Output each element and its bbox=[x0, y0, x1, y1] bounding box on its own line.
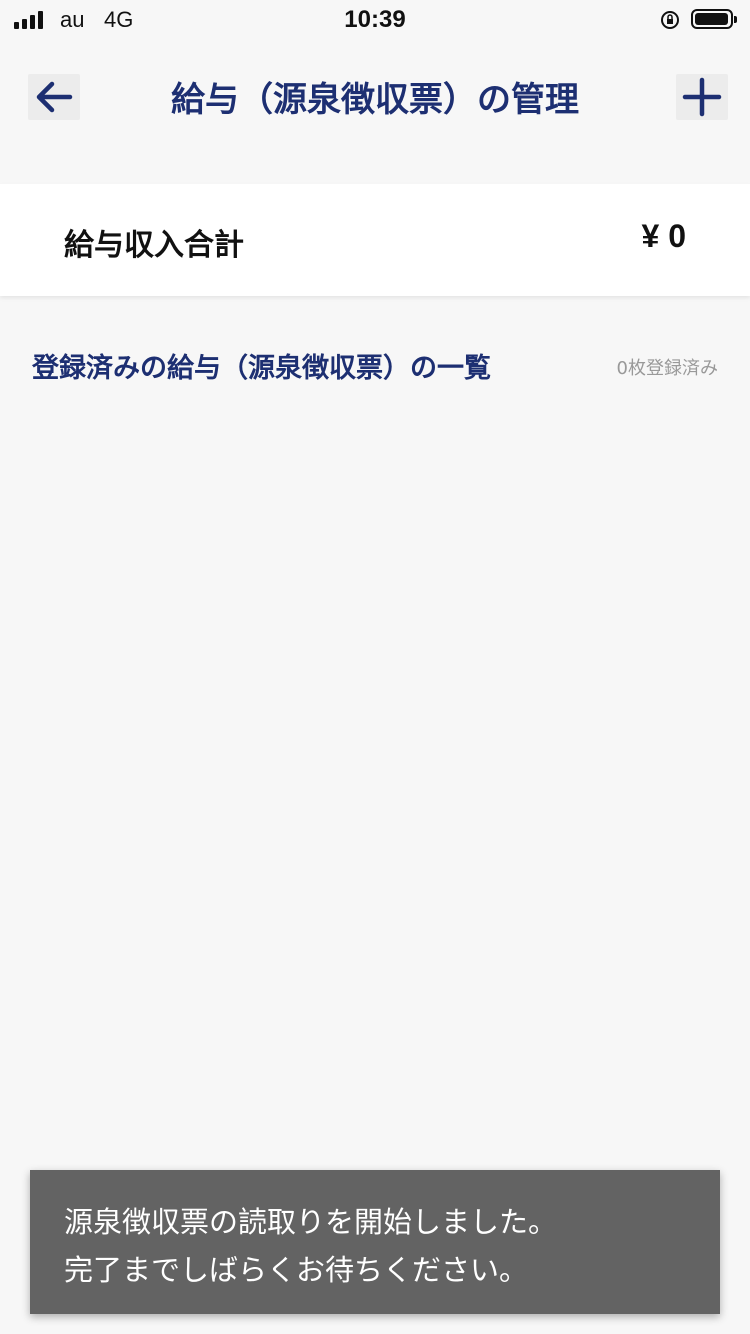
salary-total-card: 給与収入合計 ¥ 0 bbox=[0, 184, 750, 296]
registered-list-title: 登録済みの給与（源泉徴収票）の一覧 bbox=[32, 353, 491, 384]
status-time: 10:39 bbox=[344, 6, 406, 33]
orientation-lock-icon bbox=[661, 11, 679, 29]
toast-line-1: 源泉徴収票の読取りを開始しました。 bbox=[64, 1205, 558, 1239]
arrow-left-icon bbox=[36, 81, 73, 113]
status-bar: au 4G 10:39 bbox=[0, 0, 750, 40]
salary-total-label: 給与収入合計 bbox=[64, 228, 244, 263]
toast-message: 源泉徴収票の読取りを開始しました。 完了までしばらくお待ちください。 bbox=[30, 1170, 720, 1314]
navigation-bar: 給与（源泉徴収票）の管理 bbox=[0, 56, 750, 136]
plus-icon bbox=[682, 77, 722, 117]
toast-line-2: 完了までしばらくお待ちください。 bbox=[64, 1253, 529, 1287]
battery-icon bbox=[691, 9, 737, 29]
add-button[interactable] bbox=[676, 74, 728, 120]
salary-total-value: ¥ 0 bbox=[641, 218, 686, 254]
back-button[interactable] bbox=[28, 74, 80, 120]
registered-count: 0枚登録済み bbox=[616, 358, 718, 379]
page-title: 給与（源泉徴収票）の管理 bbox=[171, 80, 579, 120]
